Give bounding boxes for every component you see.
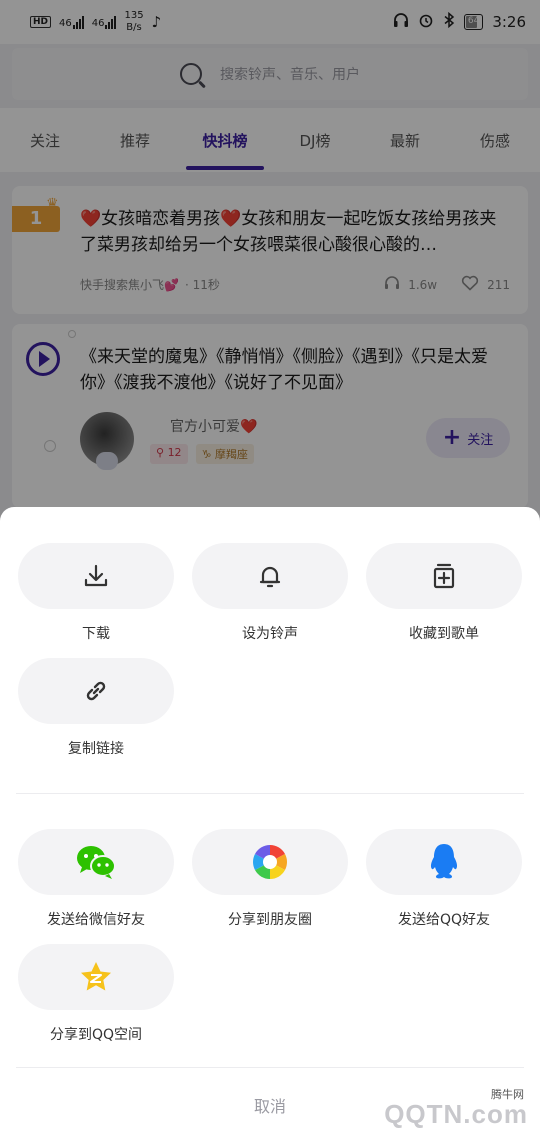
qq-icon xyxy=(430,844,458,879)
set-ringtone-label: 设为铃声 xyxy=(242,626,298,642)
bell-icon xyxy=(259,566,281,588)
add-to-playlist-label: 收藏到歌单 xyxy=(409,626,479,642)
share-qzone-label: 分享到QQ空间 xyxy=(49,1027,143,1043)
watermark-logo: QQTN.com xyxy=(384,1099,528,1129)
download-icon xyxy=(84,564,108,587)
moments-icon xyxy=(253,845,287,879)
link-icon xyxy=(86,681,106,701)
divider xyxy=(16,793,524,794)
share-wechat-label: 发送给微信好友 xyxy=(47,912,145,928)
copy-link-button[interactable] xyxy=(18,658,174,724)
download-button[interactable] xyxy=(18,543,174,609)
share-wechat-button[interactable] xyxy=(18,829,174,895)
download-label: 下载 xyxy=(82,626,110,642)
share-qq-button[interactable] xyxy=(366,829,522,895)
share-moments-button[interactable] xyxy=(192,829,348,895)
share-sheet: 下载 设为铃声 收藏到歌单 复制链接 发送给微信好友 分享到朋友圈 发送给QQ好… xyxy=(0,507,540,1140)
qzone-icon xyxy=(81,962,111,991)
watermark: 腾牛网 QQTN.com xyxy=(328,1086,528,1136)
divider xyxy=(16,1067,524,1068)
wechat-icon xyxy=(77,846,116,879)
add-to-playlist-button[interactable] xyxy=(366,543,522,609)
add-to-playlist-icon xyxy=(433,563,455,589)
share-moments-label: 分享到朋友圈 xyxy=(228,912,312,928)
copy-link-label: 复制链接 xyxy=(68,741,124,757)
share-qq-label: 发送给QQ好友 xyxy=(397,912,491,928)
set-ringtone-button[interactable] xyxy=(192,543,348,609)
share-qzone-button[interactable] xyxy=(18,944,174,1010)
